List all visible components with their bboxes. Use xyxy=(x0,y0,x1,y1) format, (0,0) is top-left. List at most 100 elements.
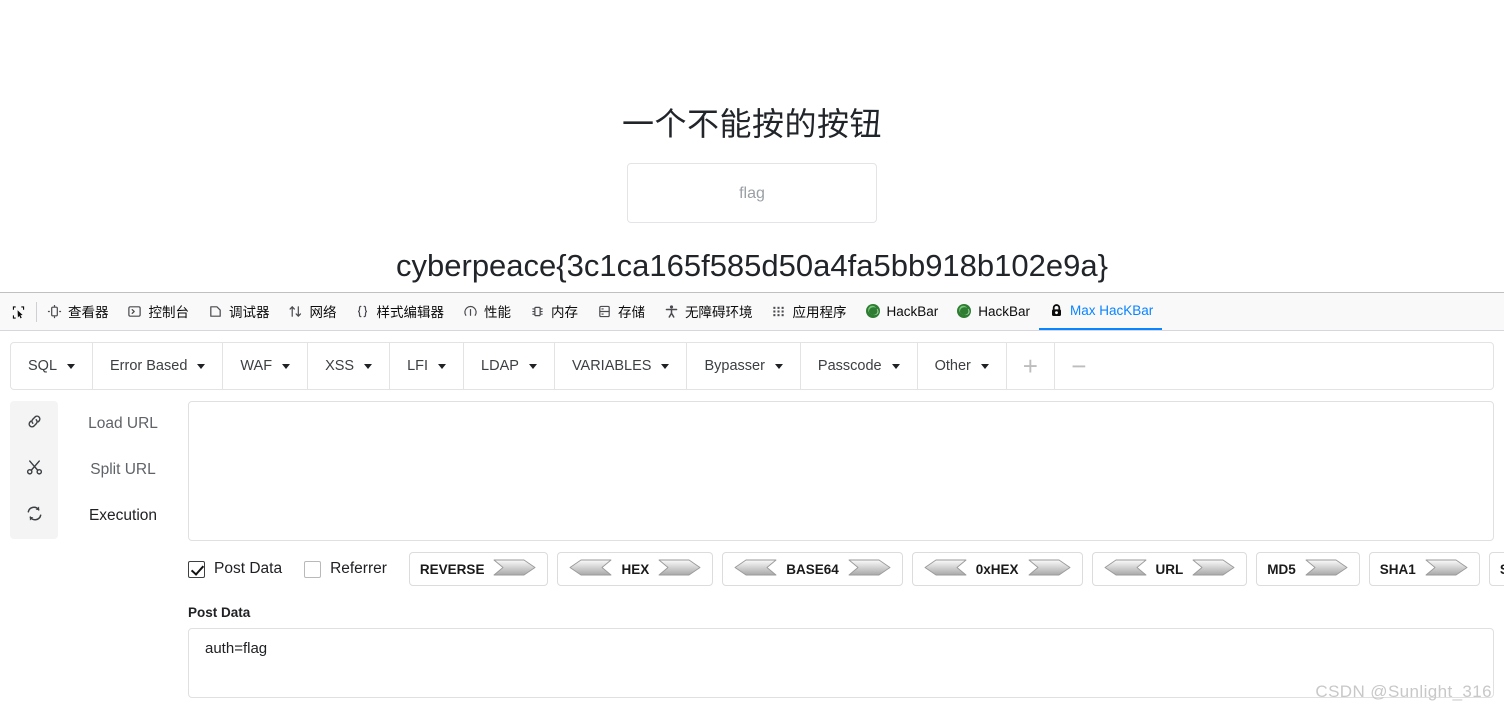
console-icon xyxy=(127,303,143,319)
chevron-down-icon xyxy=(980,363,989,369)
menu-bypasser[interactable]: Bypasser xyxy=(687,343,801,389)
chevron-down-icon xyxy=(364,363,373,369)
load-url-button[interactable]: Load URL xyxy=(58,401,188,447)
menu-sql[interactable]: SQL xyxy=(11,343,94,389)
tab-hackbar-1[interactable]: HackBar xyxy=(856,293,948,330)
menu-xss[interactable]: XSS xyxy=(308,343,391,389)
menu-lfi[interactable]: LFI xyxy=(390,343,465,389)
tab-console[interactable]: 控制台 xyxy=(118,293,199,330)
encoder-hex[interactable]: HEX xyxy=(557,552,714,586)
tab-style-editor-label: 样式编辑器 xyxy=(376,305,445,320)
max-hackbar-panel: SQL Error Based WAF XSS LFI LDAP VARIABL… xyxy=(0,342,1504,721)
split-url-button[interactable]: Split URL xyxy=(58,447,188,493)
arrow-right-icon[interactable] xyxy=(1192,558,1236,580)
chevron-down-icon xyxy=(661,363,670,369)
padlock-icon xyxy=(1048,303,1064,319)
chevron-down-icon xyxy=(282,363,291,369)
arrow-left-icon[interactable] xyxy=(733,558,777,580)
encoder-hex-label: HEX xyxy=(621,561,650,577)
element-picker-button[interactable] xyxy=(0,293,36,330)
tab-memory[interactable]: 内存 xyxy=(520,293,587,330)
execution-icon-button[interactable] xyxy=(10,493,58,539)
tab-hackbar-1-label: HackBar xyxy=(886,303,939,319)
arrow-right-icon[interactable] xyxy=(848,558,892,580)
tab-performance-label: 性能 xyxy=(484,305,511,320)
menu-passcode-label: Passcode xyxy=(817,358,882,374)
refresh-icon xyxy=(25,504,44,528)
flag-button[interactable]: flag xyxy=(627,163,877,223)
menu-sql-label: SQL xyxy=(28,358,58,374)
post-data-checkbox[interactable]: Post Data xyxy=(188,560,282,578)
menu-error-based-label: Error Based xyxy=(110,358,188,374)
referrer-checkbox-label: Referrer xyxy=(330,560,387,577)
page-title: 一个不能按的按钮 xyxy=(621,106,882,142)
arrow-right-icon[interactable] xyxy=(1028,558,1072,580)
tab-console-label: 控制台 xyxy=(148,305,190,320)
flag-result-text: cyberpeace{3c1ca165f585d50a4fa5bb918b102… xyxy=(396,248,1108,283)
tab-inspector[interactable]: 查看器 xyxy=(37,293,118,330)
remove-tab-button[interactable]: − xyxy=(1055,343,1103,389)
chevron-down-icon xyxy=(438,363,447,369)
action-label-column: Load URL Split URL Execution xyxy=(58,401,188,539)
arrow-left-icon[interactable] xyxy=(923,558,967,580)
arrow-right-icon[interactable] xyxy=(1305,558,1349,580)
encoder-sha256-label: SHA256 xyxy=(1500,562,1504,577)
checkbox-icon[interactable] xyxy=(304,560,322,578)
hackbar-logo-icon xyxy=(956,303,972,319)
flag-button-container: flag xyxy=(0,163,1504,223)
add-tab-button[interactable]: + xyxy=(1007,343,1055,389)
tab-style-editor[interactable]: 样式编辑器 xyxy=(346,293,454,330)
tab-storage[interactable]: 存储 xyxy=(587,293,654,330)
link-icon xyxy=(25,412,44,436)
chevron-down-icon xyxy=(891,363,900,369)
menu-variables-label: VARIABLES xyxy=(571,358,652,374)
split-url-icon-button[interactable] xyxy=(10,447,58,493)
encoder-0xhex[interactable]: 0xHEX xyxy=(911,552,1083,586)
options-row: Post Data Referrer REVERSE HEX BASE64 0x… xyxy=(188,551,1504,587)
menu-error-based[interactable]: Error Based xyxy=(93,343,224,389)
inspector-icon xyxy=(46,303,62,319)
style-editor-icon xyxy=(355,303,371,319)
tab-max-hackbar[interactable]: Max HacKBar xyxy=(1039,293,1163,330)
arrow-right-icon[interactable] xyxy=(658,558,702,580)
checkbox-icon[interactable] xyxy=(188,560,205,578)
network-icon xyxy=(288,303,304,319)
referrer-checkbox[interactable]: Referrer xyxy=(304,560,387,578)
action-icon-column xyxy=(10,401,58,539)
post-data-section-label: Post Data xyxy=(188,605,251,620)
url-input[interactable] xyxy=(188,401,1494,541)
encoder-0xhex-label: 0xHEX xyxy=(975,561,1019,577)
debugger-icon xyxy=(207,303,223,319)
tab-debugger[interactable]: 调试器 xyxy=(198,293,279,330)
arrow-right-icon[interactable] xyxy=(1425,558,1469,580)
encoder-sha256[interactable]: SHA256 xyxy=(1488,552,1504,586)
load-url-icon-button[interactable] xyxy=(10,401,58,447)
encoder-reverse[interactable]: REVERSE xyxy=(408,552,549,586)
tab-storage-label: 存储 xyxy=(618,305,645,320)
menu-ldap-label: LDAP xyxy=(481,358,519,374)
encoder-sha1[interactable]: SHA1 xyxy=(1368,552,1480,586)
encoder-url[interactable]: URL xyxy=(1091,552,1248,586)
menu-variables[interactable]: VARIABLES xyxy=(555,343,688,389)
menu-waf[interactable]: WAF xyxy=(223,343,309,389)
tab-network[interactable]: 网络 xyxy=(279,293,346,330)
tab-network-label: 网络 xyxy=(309,305,337,320)
tab-application-label: 应用程序 xyxy=(792,305,847,320)
memory-icon xyxy=(529,303,545,319)
menu-passcode[interactable]: Passcode xyxy=(801,343,918,389)
tab-hackbar-2[interactable]: HackBar xyxy=(947,293,1039,330)
arrow-left-icon[interactable] xyxy=(568,558,612,580)
tab-debugger-label: 调试器 xyxy=(229,305,270,320)
menu-other-label: Other xyxy=(934,358,971,374)
arrow-left-icon[interactable] xyxy=(1103,558,1147,580)
post-data-input[interactable] xyxy=(188,628,1494,698)
encoder-base64[interactable]: BASE64 xyxy=(722,552,903,586)
tab-performance[interactable]: 性能 xyxy=(453,293,520,330)
tab-application[interactable]: 应用程序 xyxy=(762,293,856,330)
menu-ldap[interactable]: LDAP xyxy=(464,343,555,389)
encoder-md5[interactable]: MD5 xyxy=(1256,552,1360,586)
arrow-right-icon[interactable] xyxy=(493,558,537,580)
execution-button[interactable]: Execution xyxy=(58,493,188,539)
tab-accessibility[interactable]: 无障碍环境 xyxy=(654,293,762,330)
menu-other[interactable]: Other xyxy=(918,343,1007,389)
